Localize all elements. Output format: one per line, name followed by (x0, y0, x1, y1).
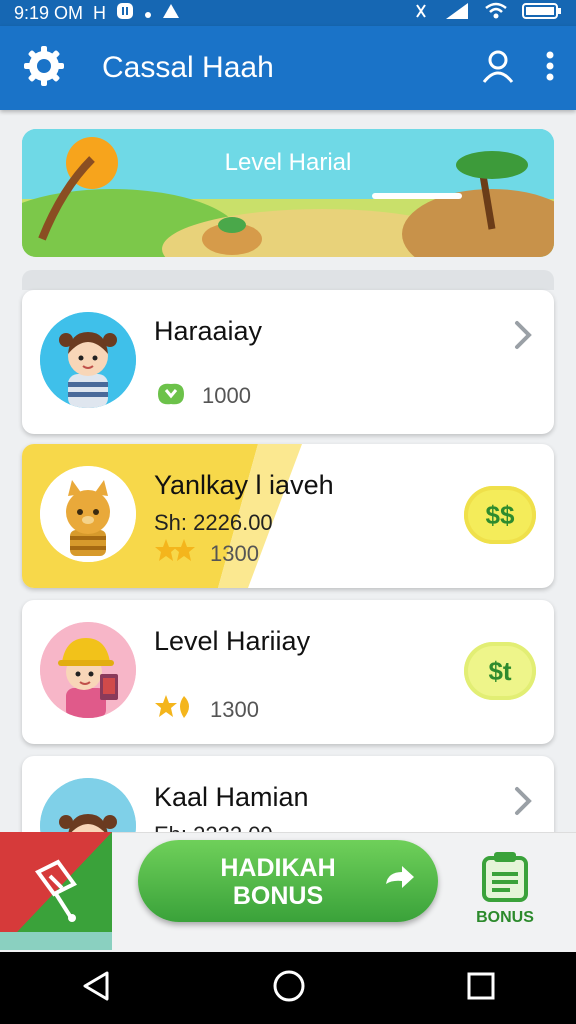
status-bar: 9:19 OM H (0, 0, 576, 26)
points-value: 1300 (210, 697, 259, 722)
more-options-icon[interactable] (546, 51, 554, 86)
gem-icon (154, 378, 188, 414)
bonus-button-line2: BONUS (232, 882, 324, 910)
player-card[interactable]: Haraaiay 1000 (22, 290, 554, 434)
points-row: 1300 (154, 538, 259, 570)
points-value: 1300 (210, 541, 259, 566)
gift-tile[interactable] (0, 832, 112, 950)
mute-icon (412, 2, 430, 25)
app-title: Cassal Haah (102, 51, 274, 84)
stars-icon (154, 694, 196, 726)
points-row: 1000 (154, 378, 251, 414)
avatar (40, 312, 136, 408)
battery-icon (522, 2, 562, 25)
card-title: Kaal Hamian (154, 782, 309, 812)
bonus-button-line1: HADIKAH (220, 854, 336, 882)
coin-badge[interactable]: $$ (464, 486, 536, 544)
gear-icon[interactable] (22, 44, 66, 93)
recents-icon[interactable] (467, 972, 495, 1005)
bonus-shortcut[interactable]: BONUS (470, 850, 540, 927)
wifi-icon (484, 2, 508, 25)
points-row: 1300 (154, 694, 259, 726)
home-icon[interactable] (272, 969, 306, 1008)
card-title: Haraaiay (154, 316, 263, 346)
bonus-shortcut-label: BONUS (476, 909, 534, 926)
clipboard-icon (480, 852, 530, 906)
coin-label: $t (488, 655, 512, 686)
avatar (40, 466, 136, 562)
card-title: Yanlkay l iaveh (154, 470, 334, 500)
signal-icon (444, 2, 470, 25)
status-time: 9:19 OM (14, 2, 84, 23)
coin-badge[interactable]: $t (464, 642, 536, 700)
back-icon[interactable] (81, 970, 111, 1007)
stars-icon (154, 538, 196, 570)
profile-icon[interactable] (480, 48, 516, 89)
dot-icon (144, 3, 152, 24)
card-title: Level Hariiay (154, 626, 311, 656)
points-value: 1000 (202, 383, 251, 408)
banner-title: Level Harial (224, 149, 352, 176)
coin-label: $$ (485, 499, 515, 530)
warning-icon (162, 3, 180, 24)
arrow-right-icon (382, 862, 416, 902)
avatar (40, 622, 136, 718)
status-carrier: H (93, 2, 107, 23)
chevron-right-icon[interactable] (512, 320, 534, 355)
player-card[interactable]: Level Hariiay 1300 $t (22, 600, 554, 744)
app-bar: Cassal Haah (0, 26, 576, 110)
level-banner[interactable]: Level Harial (22, 129, 554, 257)
chevron-right-icon[interactable] (512, 786, 534, 821)
bonus-button[interactable]: HADIKAH BONUS (138, 840, 438, 922)
card-subtitle: Sh: 2226.00 (154, 510, 273, 535)
player-card-highlighted[interactable]: Yanlkay l iaveh Sh: 2226.00 1300 $$ (22, 444, 554, 588)
system-nav-bar (0, 952, 576, 1024)
notification-icon (116, 2, 134, 25)
list-header-tray (22, 270, 554, 290)
